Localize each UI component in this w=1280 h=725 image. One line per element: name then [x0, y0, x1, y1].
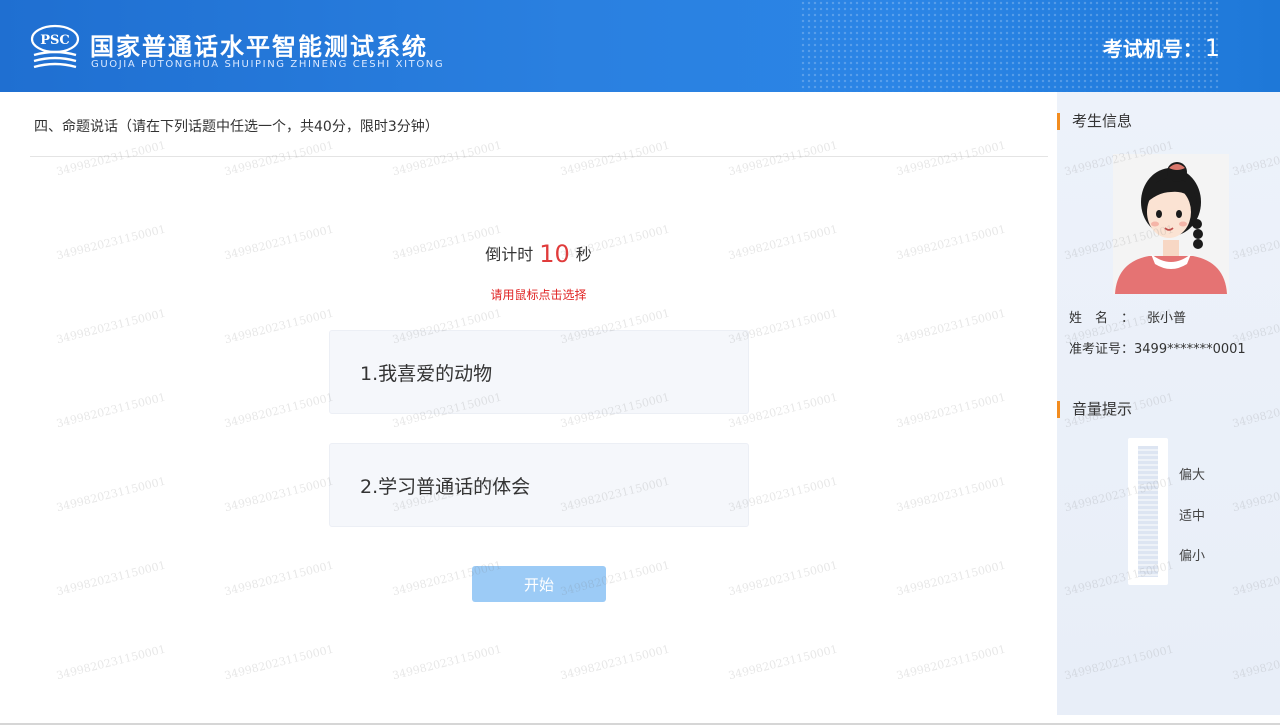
- app-title-pinyin: GUOJIA PUTONGHUA SHUIPING ZHINENG CESHI …: [91, 59, 445, 70]
- app-title: 国家普通话水平智能测试系统: [90, 33, 428, 61]
- sidebar: 考生信息 姓名：张小普 准考证号：3499*******0001 音量提示 偏大…: [1057, 92, 1280, 715]
- countdown-prefix: 倒计时: [485, 245, 534, 264]
- topic-option-1[interactable]: 1.我喜爱的动物: [329, 330, 749, 414]
- section-title: 四、命题说话（请在下列话题中任选一个，共40分，限时3分钟）: [34, 119, 439, 135]
- selection-hint: 请用鼠标点击选择: [490, 288, 587, 302]
- psc-logo-icon: PSC: [30, 24, 80, 69]
- volume-meter: [1128, 438, 1168, 585]
- volume-level-medium: 适中: [1179, 509, 1206, 524]
- id-value: 3499*******0001: [1134, 342, 1246, 357]
- volume-level-low: 偏小: [1179, 549, 1206, 564]
- machine-number-display: 考试机号：1: [1103, 33, 1220, 62]
- main-panel: 四、命题说话（请在下列话题中任选一个，共40分，限时3分钟） 倒计时 10 秒 请用…: [0, 92, 1057, 725]
- logo-text: PSC: [40, 33, 70, 48]
- machine-number-value: 1: [1204, 34, 1220, 62]
- start-button[interactable]: 开始: [472, 566, 606, 602]
- app-header: PSC 国家普通话水平智能测试系统 GUOJIA PUTONGHUA SHUIP…: [0, 0, 1280, 92]
- name-value: 张小普: [1147, 311, 1187, 326]
- id-label: 准考证号：: [1069, 342, 1135, 357]
- countdown: 倒计时 10 秒: [0, 240, 1077, 268]
- examinee-name-row: 姓名：张小普: [1069, 307, 1186, 326]
- volume-meter-scale: [1138, 446, 1158, 577]
- divider: [30, 156, 1048, 157]
- countdown-seconds: 10: [539, 240, 570, 268]
- examinee-id-row: 准考证号：3499*******0001: [1069, 338, 1246, 357]
- avatar-girl-icon: [1113, 154, 1229, 294]
- machine-number-label: 考试机号：: [1102, 37, 1203, 61]
- topic-option-2[interactable]: 2.学习普通话的体会: [329, 443, 749, 527]
- countdown-suffix: 秒: [575, 245, 592, 264]
- examinee-avatar: [1113, 154, 1229, 294]
- name-label: 姓名：: [1069, 311, 1148, 326]
- volume-hint-title: 音量提示: [1057, 401, 1132, 418]
- examinee-info-title: 考生信息: [1057, 113, 1132, 130]
- topic-option-label: 2.学习普通话的体会: [360, 476, 531, 498]
- topic-option-label: 1.我喜爱的动物: [360, 363, 493, 385]
- volume-level-high: 偏大: [1179, 468, 1206, 483]
